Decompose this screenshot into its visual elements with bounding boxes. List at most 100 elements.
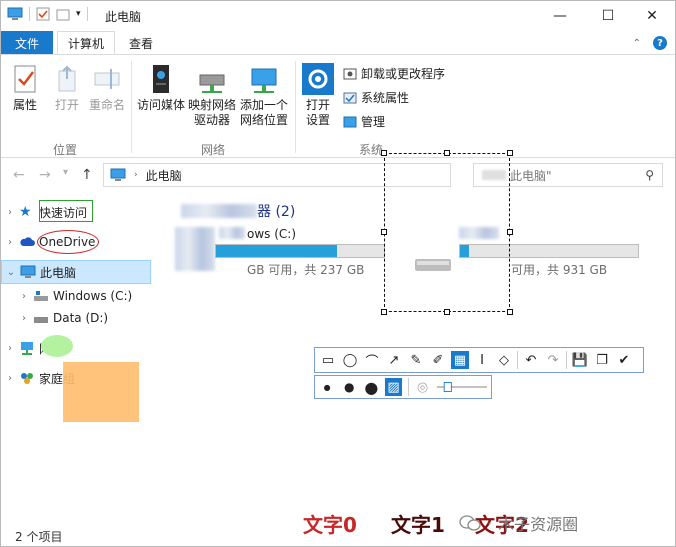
map-drive-button[interactable]: 映射网络 驱动器 (187, 63, 237, 128)
manage-button[interactable]: 管理 (343, 113, 385, 130)
new-folder-quick-icon[interactable] (56, 7, 70, 21)
maximize-button[interactable]: ☐ (585, 1, 631, 31)
access-media-button[interactable]: 访问媒体 (137, 63, 185, 113)
gear-icon (302, 63, 334, 95)
eraser-tool-icon[interactable]: ◇ (495, 351, 513, 369)
rectangle-tool-icon[interactable]: ▭ (319, 351, 337, 369)
access-media-label: 访问媒体 (137, 98, 186, 112)
annotation-highlight (41, 335, 73, 357)
properties-quick-icon[interactable] (36, 7, 50, 21)
rename-icon (94, 69, 120, 89)
chevron-right-icon[interactable]: › (1, 373, 19, 384)
back-icon[interactable]: ← (13, 167, 25, 183)
confirm-icon[interactable]: ✔ (615, 351, 633, 369)
tab-computer[interactable]: 计算机 (57, 31, 115, 55)
size-small-icon[interactable]: ● (319, 378, 335, 396)
highlighter-tool-icon[interactable]: ✐ (429, 351, 447, 369)
ellipse-tool-icon[interactable]: ◯ (341, 351, 359, 369)
line-tool-icon[interactable]: ⌒ (363, 351, 381, 370)
annotation-ellipse (37, 230, 99, 254)
explorer-window: ▾ 此电脑 — ☐ ✕ 文件 计算机 查看 ⌃ ? 属性 打开 重命名 位置 访… (0, 0, 676, 547)
open-settings-button[interactable]: 打开 设置 (301, 63, 335, 128)
resize-handle[interactable] (381, 150, 387, 156)
expand-ribbon-icon[interactable]: ⌃ (633, 38, 641, 49)
sidebar-item-this-pc[interactable]: ⌄ 此电脑 (1, 260, 151, 284)
resize-handle[interactable] (444, 309, 450, 315)
screenshot-selection[interactable] (381, 150, 513, 315)
group-header-label: 器 (2) (257, 204, 296, 220)
map-drive-label-2: 驱动器 (193, 113, 230, 127)
add-location-label-2: 网络位置 (239, 113, 288, 127)
save-icon[interactable]: 💾 (571, 351, 589, 369)
properties-button[interactable]: 属性 (9, 63, 41, 113)
resize-handle[interactable] (381, 229, 387, 235)
rename-label: 重命名 (88, 98, 125, 112)
help-icon[interactable]: ? (653, 36, 667, 50)
blur-slider[interactable] (436, 381, 487, 393)
mosaic-pattern-icon[interactable]: ▨ (385, 378, 402, 396)
system-properties-label: 系统属性 (361, 91, 410, 105)
sidebar-item-network[interactable]: › 网络 (1, 336, 151, 360)
chevron-down-icon[interactable]: ⌄ (2, 267, 20, 278)
group-label-system: 系统 (359, 143, 384, 157)
sidebar-label: 此电脑 (40, 265, 77, 280)
open-settings-label-2: 设置 (305, 113, 330, 127)
breadcrumb[interactable]: 此电脑 (146, 167, 182, 184)
chevron-right-icon[interactable]: › (1, 343, 19, 354)
system-properties-button[interactable]: 系统属性 (343, 89, 409, 106)
undo-icon[interactable]: ↶ (522, 351, 540, 369)
annotation-toolbar: ▭ ◯ ⌒ ↗ ✎ ✐ ▦ I ◇ ↶ ↷ 💾 ❐ ✔ (314, 347, 644, 373)
devices-group-header[interactable]: 器 (2) (181, 201, 295, 221)
resize-handle[interactable] (507, 229, 513, 235)
tab-view[interactable]: 查看 (119, 31, 163, 55)
computer-icon (7, 7, 23, 20)
recent-dropdown-icon[interactable]: ▾ (63, 167, 68, 178)
sidebar-item-windows-c[interactable]: › Windows (C:) (1, 284, 151, 308)
computer-icon (110, 168, 126, 181)
rename-button[interactable]: 重命名 (87, 63, 127, 113)
forward-icon[interactable]: → (39, 167, 51, 183)
homegroup-icon (21, 373, 33, 384)
quick-access-dropdown-icon[interactable]: ▾ (76, 9, 81, 19)
size-large-icon[interactable]: ● (363, 378, 379, 397)
resize-handle[interactable] (444, 150, 450, 156)
sidebar-item-data-d[interactable]: › Data (D:) (1, 306, 151, 330)
breadcrumb-chevron-icon[interactable]: › (134, 170, 138, 180)
chevron-right-icon[interactable]: › (15, 291, 33, 302)
blurred-region (219, 227, 245, 239)
resize-handle[interactable] (381, 309, 387, 315)
uninstall-button[interactable]: 卸载或更改程序 (343, 65, 445, 82)
tab-file[interactable]: 文件 (1, 31, 53, 55)
resize-handle[interactable] (507, 309, 513, 315)
star-icon: ★ (19, 204, 32, 220)
status-bar: 2 个项目 (1, 526, 675, 546)
group-label-network: 网络 (201, 143, 226, 157)
properties-label: 属性 (12, 98, 37, 112)
uninstall-label: 卸载或更改程序 (361, 67, 446, 81)
blur-radius-icon: ◎ (416, 379, 429, 395)
pencil-tool-icon[interactable]: ✎ (407, 351, 425, 369)
arrow-tool-icon[interactable]: ↗ (385, 351, 403, 369)
close-button[interactable]: ✕ (629, 1, 675, 31)
open-button[interactable]: 打开 (51, 63, 83, 113)
up-icon[interactable]: ↑ (81, 167, 93, 183)
text-tool-icon[interactable]: I (473, 351, 491, 369)
annotation-filled-rectangle (63, 362, 139, 422)
blurred-region (175, 227, 215, 271)
ribbon: 属性 打开 重命名 位置 访问媒体 映射网络 驱动器 添加一个 网络位置 网络 (1, 54, 675, 158)
cloud-icon (20, 237, 35, 246)
resize-handle[interactable] (507, 150, 513, 156)
chevron-right-icon[interactable]: › (1, 207, 19, 218)
windows-drive-icon (34, 291, 48, 301)
copy-icon[interactable]: ❐ (593, 351, 611, 369)
redo-icon[interactable]: ↷ (544, 351, 562, 369)
mosaic-tool-icon[interactable]: ▦ (451, 351, 469, 369)
size-medium-icon[interactable]: ● (341, 378, 357, 396)
minimize-button[interactable]: — (537, 1, 583, 31)
search-icon[interactable]: ⚲ (645, 168, 654, 182)
chevron-right-icon[interactable]: › (15, 313, 33, 324)
properties-icon (14, 65, 36, 93)
add-network-location-button[interactable]: 添加一个 网络位置 (239, 63, 289, 128)
chevron-right-icon[interactable]: › (1, 237, 19, 248)
system-properties-icon (343, 92, 357, 103)
